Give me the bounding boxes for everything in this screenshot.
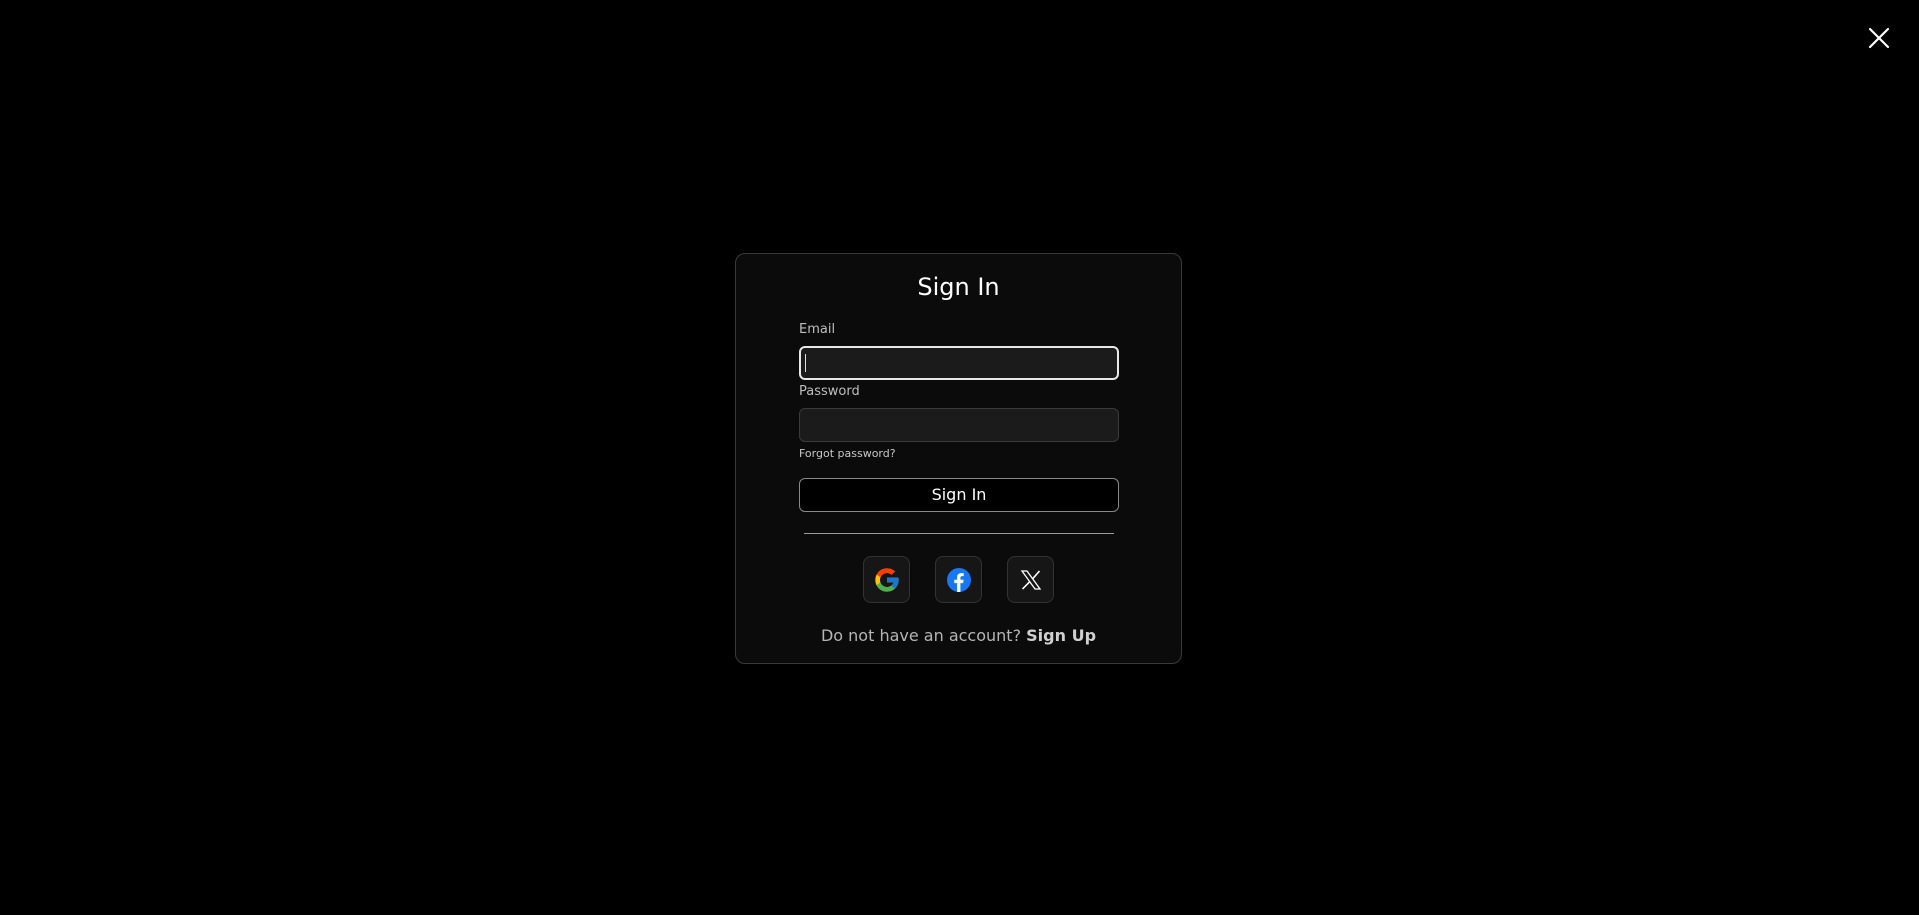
close-icon [1868, 27, 1890, 49]
forgot-password-link[interactable]: Forgot password? [799, 447, 896, 460]
google-icon [874, 567, 899, 592]
signin-card: Sign In Email Password Forgot password? … [735, 253, 1182, 664]
x-signin-button[interactable] [1007, 556, 1054, 603]
email-label: Email [799, 322, 836, 337]
close-button[interactable] [1866, 25, 1892, 51]
signin-button[interactable]: Sign In [799, 478, 1119, 512]
text-caret [805, 354, 806, 372]
page: Sign In Email Password Forgot password? … [0, 0, 1919, 915]
facebook-signin-button[interactable] [935, 556, 982, 603]
signin-title: Sign In [917, 273, 1000, 301]
facebook-icon [946, 567, 971, 592]
google-signin-button[interactable] [863, 556, 910, 603]
password-label: Password [799, 384, 860, 399]
x-icon [1020, 569, 1041, 590]
divider [804, 533, 1114, 534]
password-field[interactable] [799, 408, 1119, 442]
signup-prompt: Do not have an account? Sign Up [736, 626, 1181, 645]
email-field[interactable] [799, 346, 1119, 380]
signup-link[interactable]: Sign Up [1026, 626, 1096, 645]
signup-prompt-text: Do not have an account? [820, 626, 1022, 645]
